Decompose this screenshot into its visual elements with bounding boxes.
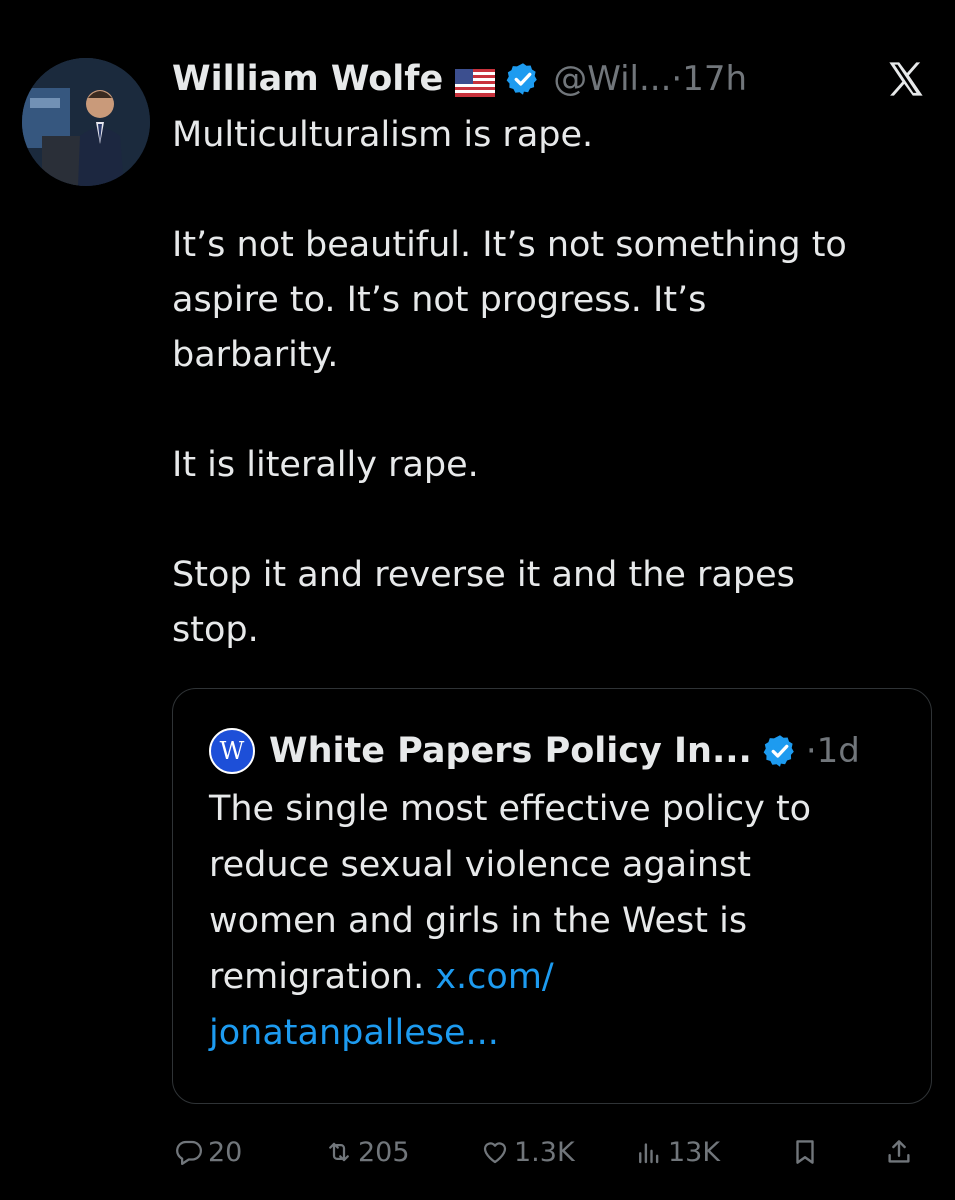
verified-badge-icon (762, 733, 798, 769)
author-handle[interactable]: @Wil...·17h (553, 59, 747, 99)
quoted-tweet-header: W White Papers Policy In... ·1d (209, 727, 860, 775)
repost-icon (329, 1142, 349, 1162)
quoted-tweet-text: The single most effective policy to redu… (209, 781, 899, 1061)
repost-count: 205 (358, 1136, 410, 1168)
tweet-time[interactable]: 17h (682, 59, 747, 99)
quoted-author-avatar[interactable]: W (209, 728, 255, 774)
tweet-screenshot: William Wolfe @Wil...·17h Multiculturali… (0, 0, 955, 1200)
author-name[interactable]: William Wolfe (172, 59, 443, 99)
share-button[interactable] (884, 1130, 914, 1174)
share-icon (888, 1140, 910, 1163)
reply-button[interactable]: 20 (174, 1130, 242, 1174)
quoted-author-name[interactable]: White Papers Policy In... (269, 731, 752, 771)
views-button[interactable]: 13K (634, 1130, 720, 1174)
tweet-paragraph: Stop it and reverse it and the rapes sto… (172, 555, 795, 650)
reply-count: 20 (208, 1136, 243, 1168)
verified-badge-icon (505, 61, 541, 97)
like-button[interactable]: 1.3K (480, 1130, 575, 1174)
quoted-tweet-time[interactable]: ·1d (806, 731, 860, 771)
quote-separator: · (805, 731, 817, 771)
like-count: 1.3K (514, 1136, 575, 1168)
views-count: 13K (668, 1136, 721, 1168)
us-flag-icon (455, 65, 496, 97)
views-icon (639, 1143, 659, 1164)
tweet-paragraph: Multiculturalism is rape. (172, 115, 594, 155)
header-separator: · (671, 59, 683, 99)
tweet-paragraph: It’s not beautiful. It’s not something t… (172, 225, 847, 375)
bookmark-icon (796, 1140, 814, 1164)
author-avatar[interactable] (22, 58, 150, 186)
like-icon (483, 1142, 507, 1164)
handle-text: @Wil... (553, 59, 672, 99)
bookmark-button[interactable] (790, 1130, 820, 1174)
tweet-paragraph: It is literally rape. (172, 445, 479, 485)
quote-time-text: 1d (816, 731, 860, 771)
tweet-text: Multiculturalism is rape. It’s not beaut… (172, 108, 932, 658)
tweet-action-bar: 20 205 1.3K 13K (172, 1130, 932, 1174)
tweet-header: William Wolfe @Wil...·17h (172, 56, 747, 102)
x-logo-icon (885, 58, 927, 100)
reply-icon (176, 1140, 202, 1165)
quoted-tweet-card[interactable]: W White Papers Policy In... ·1d The sing… (172, 688, 932, 1104)
repost-button[interactable]: 205 (324, 1130, 410, 1174)
